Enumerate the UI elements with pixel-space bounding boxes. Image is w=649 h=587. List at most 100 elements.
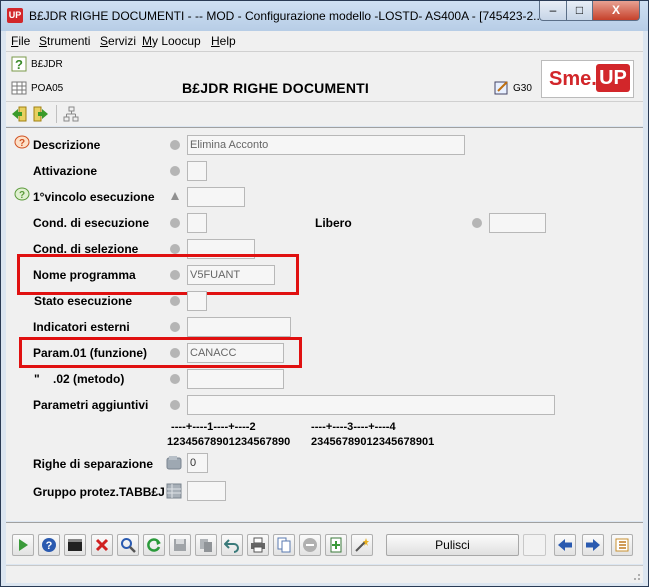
form-panel: ? Descrizione Elimina Acconto Attivazion… [6,127,643,521]
righe-separazione-label: Righe di separazione [33,457,154,471]
previous-button[interactable] [554,534,576,556]
cond-selezione-status-dot [170,244,180,254]
undo-icon [224,539,239,553]
edit-note-icon[interactable] [494,80,510,96]
svg-text:?: ? [46,540,53,552]
next-button[interactable] [582,534,604,556]
grid-table-icon[interactable] [11,80,27,96]
pages-icon [277,537,291,553]
app-window: UP B£JDR RIGHE DOCUMENTI - -- MOD - Conf… [0,0,649,587]
cond-esecuzione-field[interactable] [187,213,207,233]
attivazione-field[interactable] [187,161,207,181]
triangle-warning-icon [171,192,179,200]
descrizione-label: Descrizione [33,138,101,152]
printer-icon [251,537,265,553]
cond-esecuzione-status-dot [170,218,180,228]
search-button[interactable] [117,534,139,556]
spinner-icon[interactable] [166,455,184,471]
help-question-icon[interactable]: ? [11,56,27,72]
gruppo-protezione-field[interactable] [187,481,226,501]
arrow-out-icon[interactable] [33,106,49,122]
wand-button[interactable] [351,534,373,556]
title-bar: UP B£JDR RIGHE DOCUMENTI - -- MOD - Conf… [1,1,648,31]
close-window-button[interactable]: X [592,1,640,21]
minimize-button[interactable]: – [539,1,567,21]
maximize-button[interactable]: □ [566,1,593,21]
stato-esecuzione-label: Stato esecuzione [34,294,133,308]
righe-separazione-field[interactable]: 0 [187,453,208,473]
highlight-nome-programma [17,254,299,295]
svg-text:?: ? [15,57,23,72]
help-button[interactable]: ? [38,534,60,556]
arrow-left-icon [558,539,572,551]
program-code: POA05 [31,83,64,94]
window-title: B£JDR RIGHE DOCUMENTI - -- MOD - Configu… [29,9,544,23]
attivazione-label: Attivazione [33,164,98,178]
parametri-aggiuntivi-field[interactable] [187,395,555,415]
indicatori-esterni-status-dot [170,322,180,332]
floppy-icon [174,539,186,551]
arrow-in-icon[interactable] [11,106,27,122]
undo-button[interactable] [221,534,243,556]
print-button[interactable] [247,534,269,556]
delete-x-icon [95,538,109,552]
param02-ditto-mark: " [34,372,40,386]
vincolo-label: 1°vincolo esecuzione [33,190,155,204]
cond-esecuzione-label: Cond. di esecuzione [33,216,150,230]
delete-button[interactable] [91,534,113,556]
arrow-right-icon [586,539,600,551]
alert-bubble-icon[interactable]: ? [14,135,30,151]
menu-my-loocup[interactable]: My Loocup [142,34,201,48]
param02-label: .02 (metodo) [53,372,125,386]
copy-icon [200,539,212,552]
libero-field[interactable] [489,213,546,233]
info-bubble-icon[interactable]: ? [14,187,30,203]
search-icon [121,538,136,553]
stato-esecuzione-status-dot [170,296,180,306]
terminal-icon [68,539,82,551]
grid-lookup-icon[interactable] [166,483,182,499]
parametri-aggiuntivi-label: Parametri aggiuntivi [33,398,149,412]
ruler-top-2: ----+----3----+----4 [311,421,396,433]
libero-label: Libero [315,216,352,230]
menu-strumenti[interactable]: Strumenti [39,34,90,48]
run-button[interactable] [12,534,34,556]
resize-grip-icon[interactable] [631,571,641,581]
vincolo-field[interactable] [187,187,245,207]
toolbar [6,101,643,126]
g30-code: G30 [513,83,532,94]
copy-button[interactable] [195,534,217,556]
descrizione-field[interactable]: Elimina Acconto [187,135,465,155]
duplicate-button[interactable] [273,534,295,556]
blank-button[interactable] [523,534,546,556]
param02-field[interactable] [187,369,284,389]
stato-esecuzione-field[interactable] [187,291,207,311]
indicatori-esterni-field[interactable] [187,317,291,337]
hierarchy-icon[interactable] [63,106,79,122]
pulisci-button[interactable]: Pulisci [386,534,519,556]
refresh-icon [147,538,161,552]
toolbar-divider [56,105,57,123]
indicatori-esterni-label: Indicatori esterni [33,320,130,334]
status-bar [6,565,643,583]
console-button[interactable] [64,534,86,556]
save-button[interactable] [169,534,191,556]
parametri-aggiuntivi-status-dot [170,400,180,410]
menu-bar: File Strumenti Servizi My Loocup Help [6,31,643,51]
attivazione-status-dot [170,166,180,176]
play-icon [19,539,28,551]
add-document-button[interactable] [325,534,347,556]
menu-file[interactable]: File [11,34,30,48]
stop-button[interactable] [299,534,321,556]
libero-status-dot [472,218,482,228]
menu-servizi[interactable]: Servizi [100,34,136,48]
refresh-button[interactable] [143,534,165,556]
bottom-toolbar: ? Pulisci [6,522,643,564]
menu-help[interactable]: Help [211,34,236,48]
question-icon: ? [42,538,56,552]
add-document-icon [330,537,342,553]
param02-status-dot [170,374,180,384]
svg-text:?: ? [19,138,25,149]
magic-wand-icon [355,538,369,552]
list-button[interactable] [611,534,633,556]
